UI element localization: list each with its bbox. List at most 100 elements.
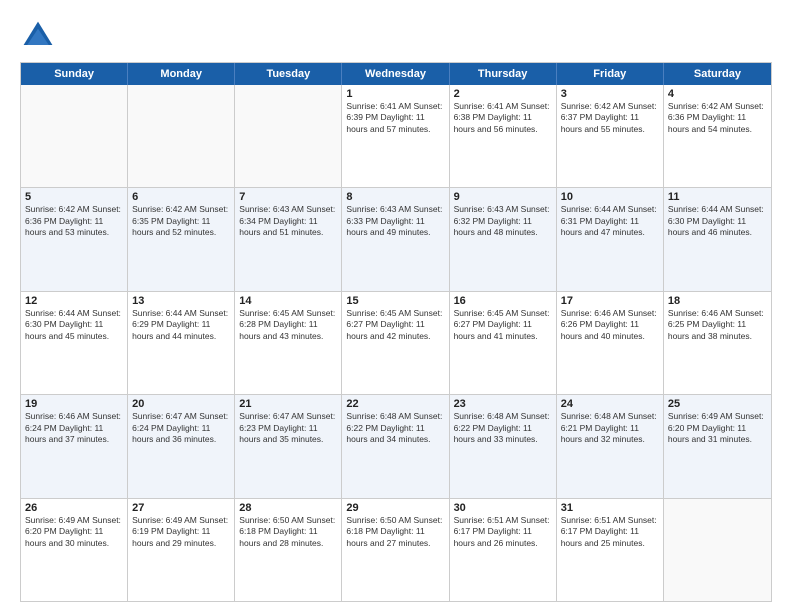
page: SundayMondayTuesdayWednesdayThursdayFrid… — [0, 0, 792, 612]
cal-cell-day-16: 16Sunrise: 6:45 AM Sunset: 6:27 PM Dayli… — [450, 292, 557, 394]
day-number: 10 — [561, 191, 659, 203]
cal-cell-day-15: 15Sunrise: 6:45 AM Sunset: 6:27 PM Dayli… — [342, 292, 449, 394]
day-number: 24 — [561, 398, 659, 410]
day-number: 3 — [561, 88, 659, 100]
day-number: 11 — [668, 191, 767, 203]
cal-cell-day-14: 14Sunrise: 6:45 AM Sunset: 6:28 PM Dayli… — [235, 292, 342, 394]
cal-cell-empty — [128, 85, 235, 187]
header-day-wednesday: Wednesday — [342, 63, 449, 85]
cell-sun-info: Sunrise: 6:48 AM Sunset: 6:21 PM Dayligh… — [561, 411, 659, 445]
cal-cell-day-12: 12Sunrise: 6:44 AM Sunset: 6:30 PM Dayli… — [21, 292, 128, 394]
cell-sun-info: Sunrise: 6:41 AM Sunset: 6:38 PM Dayligh… — [454, 101, 552, 135]
day-number: 16 — [454, 295, 552, 307]
day-number: 26 — [25, 502, 123, 514]
calendar-row-3: 12Sunrise: 6:44 AM Sunset: 6:30 PM Dayli… — [21, 291, 771, 394]
day-number: 14 — [239, 295, 337, 307]
cell-sun-info: Sunrise: 6:51 AM Sunset: 6:17 PM Dayligh… — [454, 515, 552, 549]
cal-cell-day-27: 27Sunrise: 6:49 AM Sunset: 6:19 PM Dayli… — [128, 499, 235, 601]
cal-cell-empty — [21, 85, 128, 187]
day-number: 20 — [132, 398, 230, 410]
calendar-row-2: 5Sunrise: 6:42 AM Sunset: 6:36 PM Daylig… — [21, 187, 771, 290]
header-day-friday: Friday — [557, 63, 664, 85]
cal-cell-day-10: 10Sunrise: 6:44 AM Sunset: 6:31 PM Dayli… — [557, 188, 664, 290]
day-number: 19 — [25, 398, 123, 410]
day-number: 28 — [239, 502, 337, 514]
cal-cell-day-3: 3Sunrise: 6:42 AM Sunset: 6:37 PM Daylig… — [557, 85, 664, 187]
day-number: 21 — [239, 398, 337, 410]
cell-sun-info: Sunrise: 6:49 AM Sunset: 6:20 PM Dayligh… — [25, 515, 123, 549]
cal-cell-day-19: 19Sunrise: 6:46 AM Sunset: 6:24 PM Dayli… — [21, 395, 128, 497]
day-number: 6 — [132, 191, 230, 203]
cell-sun-info: Sunrise: 6:51 AM Sunset: 6:17 PM Dayligh… — [561, 515, 659, 549]
cell-sun-info: Sunrise: 6:43 AM Sunset: 6:33 PM Dayligh… — [346, 204, 444, 238]
cal-cell-day-24: 24Sunrise: 6:48 AM Sunset: 6:21 PM Dayli… — [557, 395, 664, 497]
calendar: SundayMondayTuesdayWednesdayThursdayFrid… — [20, 62, 772, 602]
day-number: 9 — [454, 191, 552, 203]
cal-cell-day-25: 25Sunrise: 6:49 AM Sunset: 6:20 PM Dayli… — [664, 395, 771, 497]
cal-cell-day-28: 28Sunrise: 6:50 AM Sunset: 6:18 PM Dayli… — [235, 499, 342, 601]
cell-sun-info: Sunrise: 6:50 AM Sunset: 6:18 PM Dayligh… — [239, 515, 337, 549]
logo — [20, 18, 60, 54]
calendar-row-1: 1Sunrise: 6:41 AM Sunset: 6:39 PM Daylig… — [21, 85, 771, 187]
cal-cell-empty — [664, 499, 771, 601]
cell-sun-info: Sunrise: 6:42 AM Sunset: 6:36 PM Dayligh… — [25, 204, 123, 238]
header-day-saturday: Saturday — [664, 63, 771, 85]
cell-sun-info: Sunrise: 6:45 AM Sunset: 6:28 PM Dayligh… — [239, 308, 337, 342]
cell-sun-info: Sunrise: 6:44 AM Sunset: 6:31 PM Dayligh… — [561, 204, 659, 238]
cal-cell-day-26: 26Sunrise: 6:49 AM Sunset: 6:20 PM Dayli… — [21, 499, 128, 601]
cal-cell-day-9: 9Sunrise: 6:43 AM Sunset: 6:32 PM Daylig… — [450, 188, 557, 290]
day-number: 13 — [132, 295, 230, 307]
logo-icon — [20, 18, 56, 54]
day-number: 15 — [346, 295, 444, 307]
calendar-body: 1Sunrise: 6:41 AM Sunset: 6:39 PM Daylig… — [21, 85, 771, 601]
cell-sun-info: Sunrise: 6:48 AM Sunset: 6:22 PM Dayligh… — [346, 411, 444, 445]
day-number: 4 — [668, 88, 767, 100]
cal-cell-day-21: 21Sunrise: 6:47 AM Sunset: 6:23 PM Dayli… — [235, 395, 342, 497]
cal-cell-day-22: 22Sunrise: 6:48 AM Sunset: 6:22 PM Dayli… — [342, 395, 449, 497]
cell-sun-info: Sunrise: 6:47 AM Sunset: 6:23 PM Dayligh… — [239, 411, 337, 445]
day-number: 17 — [561, 295, 659, 307]
header-day-monday: Monday — [128, 63, 235, 85]
cell-sun-info: Sunrise: 6:43 AM Sunset: 6:34 PM Dayligh… — [239, 204, 337, 238]
header-day-tuesday: Tuesday — [235, 63, 342, 85]
day-number: 22 — [346, 398, 444, 410]
day-number: 1 — [346, 88, 444, 100]
day-number: 25 — [668, 398, 767, 410]
cell-sun-info: Sunrise: 6:43 AM Sunset: 6:32 PM Dayligh… — [454, 204, 552, 238]
cal-cell-day-30: 30Sunrise: 6:51 AM Sunset: 6:17 PM Dayli… — [450, 499, 557, 601]
day-number: 8 — [346, 191, 444, 203]
cal-cell-day-8: 8Sunrise: 6:43 AM Sunset: 6:33 PM Daylig… — [342, 188, 449, 290]
calendar-row-5: 26Sunrise: 6:49 AM Sunset: 6:20 PM Dayli… — [21, 498, 771, 601]
cal-cell-day-20: 20Sunrise: 6:47 AM Sunset: 6:24 PM Dayli… — [128, 395, 235, 497]
cell-sun-info: Sunrise: 6:45 AM Sunset: 6:27 PM Dayligh… — [346, 308, 444, 342]
cell-sun-info: Sunrise: 6:44 AM Sunset: 6:30 PM Dayligh… — [668, 204, 767, 238]
cell-sun-info: Sunrise: 6:49 AM Sunset: 6:19 PM Dayligh… — [132, 515, 230, 549]
cell-sun-info: Sunrise: 6:44 AM Sunset: 6:29 PM Dayligh… — [132, 308, 230, 342]
cal-cell-day-1: 1Sunrise: 6:41 AM Sunset: 6:39 PM Daylig… — [342, 85, 449, 187]
cell-sun-info: Sunrise: 6:44 AM Sunset: 6:30 PM Dayligh… — [25, 308, 123, 342]
day-number: 29 — [346, 502, 444, 514]
cell-sun-info: Sunrise: 6:47 AM Sunset: 6:24 PM Dayligh… — [132, 411, 230, 445]
cell-sun-info: Sunrise: 6:46 AM Sunset: 6:24 PM Dayligh… — [25, 411, 123, 445]
cal-cell-day-23: 23Sunrise: 6:48 AM Sunset: 6:22 PM Dayli… — [450, 395, 557, 497]
cal-cell-day-4: 4Sunrise: 6:42 AM Sunset: 6:36 PM Daylig… — [664, 85, 771, 187]
cal-cell-day-2: 2Sunrise: 6:41 AM Sunset: 6:38 PM Daylig… — [450, 85, 557, 187]
calendar-header: SundayMondayTuesdayWednesdayThursdayFrid… — [21, 63, 771, 85]
day-number: 18 — [668, 295, 767, 307]
header-day-sunday: Sunday — [21, 63, 128, 85]
day-number: 12 — [25, 295, 123, 307]
day-number: 30 — [454, 502, 552, 514]
cal-cell-day-5: 5Sunrise: 6:42 AM Sunset: 6:36 PM Daylig… — [21, 188, 128, 290]
cal-cell-day-31: 31Sunrise: 6:51 AM Sunset: 6:17 PM Dayli… — [557, 499, 664, 601]
cal-cell-empty — [235, 85, 342, 187]
day-number: 23 — [454, 398, 552, 410]
cell-sun-info: Sunrise: 6:48 AM Sunset: 6:22 PM Dayligh… — [454, 411, 552, 445]
cell-sun-info: Sunrise: 6:45 AM Sunset: 6:27 PM Dayligh… — [454, 308, 552, 342]
cell-sun-info: Sunrise: 6:46 AM Sunset: 6:25 PM Dayligh… — [668, 308, 767, 342]
calendar-row-4: 19Sunrise: 6:46 AM Sunset: 6:24 PM Dayli… — [21, 394, 771, 497]
cal-cell-day-13: 13Sunrise: 6:44 AM Sunset: 6:29 PM Dayli… — [128, 292, 235, 394]
cal-cell-day-11: 11Sunrise: 6:44 AM Sunset: 6:30 PM Dayli… — [664, 188, 771, 290]
day-number: 5 — [25, 191, 123, 203]
cell-sun-info: Sunrise: 6:46 AM Sunset: 6:26 PM Dayligh… — [561, 308, 659, 342]
day-number: 2 — [454, 88, 552, 100]
